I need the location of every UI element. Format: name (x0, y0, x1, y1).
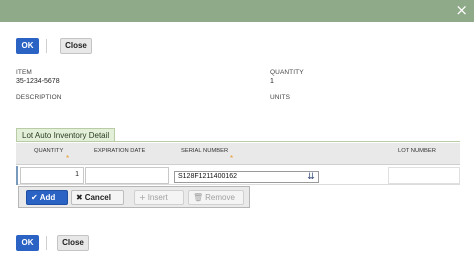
column-header-expiration-date[interactable]: EXPIRATION DATE (94, 148, 145, 154)
column-header-serial-number[interactable]: SERIAL NUMBER (181, 148, 228, 154)
quantity-cell-value: 1 (75, 171, 79, 178)
dialog-titlebar (0, 0, 474, 22)
remove-button-label: Remove (205, 193, 235, 202)
ok-button-top[interactable]: OK (16, 38, 39, 54)
close-button-bottom[interactable]: Close (57, 235, 89, 251)
close-button-top[interactable]: Close (60, 38, 92, 54)
quantity-value: 1 (270, 78, 274, 85)
ok-button-bottom[interactable]: OK (16, 235, 39, 251)
units-label: UNITS (270, 94, 290, 101)
item-value: 35-1234-5678 (16, 78, 60, 85)
insert-button-label: Insert (147, 193, 168, 202)
quantity-label: QUANTITY (270, 69, 304, 76)
add-button[interactable]: ✔ Add (26, 190, 68, 205)
double-chevron-down-icon[interactable]: ⇊ (304, 172, 318, 182)
column-header-quantity[interactable]: QUANTITY (34, 148, 63, 154)
button-divider-bottom (46, 236, 47, 250)
required-marker-quantity: * (66, 154, 70, 163)
tab-lot-auto-inventory-detail[interactable]: Lot Auto Inventory Detail (16, 128, 116, 142)
trash-icon: 🗑 (193, 193, 204, 202)
serial-number-input[interactable]: S128F1211400162 (174, 171, 319, 183)
remove-button[interactable]: 🗑 Remove (188, 190, 244, 205)
close-icon[interactable]: × (455, 2, 468, 18)
column-header-lot-number[interactable]: LOT NUMBER (398, 148, 436, 154)
row-selection-marker (16, 166, 18, 185)
required-marker-serial-number: * (230, 154, 234, 163)
item-label: ITEM (16, 69, 32, 76)
add-button-label: Add (39, 193, 56, 202)
expiration-date-cell[interactable] (85, 167, 169, 184)
button-divider (46, 39, 47, 53)
lot-number-cell[interactable] (388, 167, 460, 184)
plus-icon: + (139, 193, 146, 202)
cancel-button[interactable]: ✖ Cancel (71, 190, 124, 205)
check-icon: ✔ (31, 193, 38, 202)
x-icon: ✖ (76, 193, 83, 202)
description-label: DESCRIPTION (16, 94, 62, 101)
grid-header (16, 143, 460, 165)
insert-button[interactable]: + Insert (134, 190, 184, 205)
cancel-button-label: Cancel (84, 193, 111, 202)
tab-underline (16, 141, 460, 142)
